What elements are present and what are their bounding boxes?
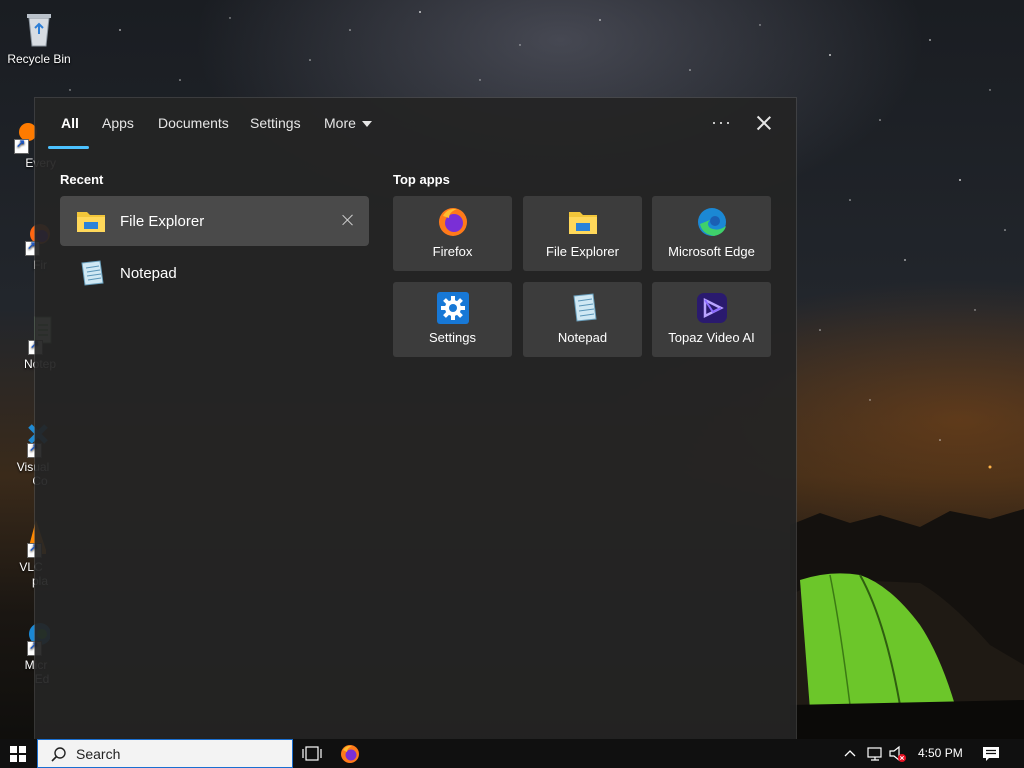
- network-icon[interactable]: [866, 739, 884, 768]
- windows-logo-pane: [19, 746, 26, 753]
- windows-logo-pane: [19, 755, 26, 762]
- desktop-icon-label: Recycle Bin: [7, 52, 71, 66]
- action-center-icon[interactable]: [982, 746, 1000, 762]
- search-panel: All Apps Documents Settings More ··· Rec…: [35, 98, 796, 739]
- gear-icon: [437, 292, 469, 324]
- tile-label: Microsoft Edge: [668, 244, 755, 259]
- recent-item-label: Notepad: [120, 265, 177, 282]
- show-hidden-icons-chevron-icon[interactable]: [843, 739, 857, 768]
- shortcut-arrow-icon: [14, 137, 29, 154]
- tile-label: File Explorer: [546, 244, 619, 259]
- top-app-firefox[interactable]: Firefox: [393, 196, 512, 271]
- tab-documents[interactable]: Documents: [158, 115, 229, 131]
- search-icon: [51, 747, 66, 762]
- tab-more[interactable]: More: [324, 115, 372, 131]
- tile-label: Firefox: [432, 244, 473, 259]
- file-explorer-icon: [569, 212, 597, 234]
- firefox-icon: [439, 208, 467, 236]
- tile-label: Settings: [429, 330, 476, 345]
- taskbar-clock[interactable]: 4:50 PM: [918, 746, 963, 760]
- close-button[interactable]: [753, 112, 775, 134]
- edge-icon: [698, 208, 726, 236]
- top-app-notepad[interactable]: Notepad: [523, 282, 642, 357]
- taskbar: Search 4:50 PM: [0, 739, 1024, 768]
- top-app-microsoft-edge[interactable]: Microsoft Edge: [652, 196, 771, 271]
- more-options-button[interactable]: ···: [711, 112, 732, 133]
- recent-item-file-explorer[interactable]: File Explorer: [60, 196, 369, 246]
- top-app-topaz-video-ai[interactable]: Topaz Video AI: [652, 282, 771, 357]
- tab-all[interactable]: All: [61, 115, 79, 131]
- search-tabs: All Apps Documents Settings More ···: [35, 98, 796, 150]
- tab-settings[interactable]: Settings: [250, 115, 301, 131]
- top-apps-title: Top apps: [393, 172, 450, 187]
- recycle-bin-icon: [27, 14, 51, 47]
- windows-logo-pane: [10, 755, 17, 762]
- recent-item-notepad[interactable]: Notepad: [60, 248, 369, 298]
- top-app-file-explorer[interactable]: File Explorer: [523, 196, 642, 271]
- task-view-icon[interactable]: [302, 746, 322, 761]
- top-app-settings[interactable]: Settings: [393, 282, 512, 357]
- tab-more-label: More: [324, 115, 356, 131]
- active-tab-indicator: [48, 146, 89, 149]
- chevron-down-icon: [361, 121, 372, 128]
- search-placeholder: Search: [76, 746, 121, 762]
- desktop-icon-recycle-bin[interactable]: Recycle Bin: [1, 8, 77, 66]
- tab-apps[interactable]: Apps: [102, 115, 134, 131]
- taskbar-search-box[interactable]: Search: [37, 739, 293, 768]
- tile-label: Notepad: [557, 330, 608, 345]
- taskbar-firefox-icon[interactable]: [340, 744, 360, 764]
- recent-title: Recent: [60, 172, 104, 187]
- start-button[interactable]: [10, 746, 26, 762]
- tile-label: Topaz Video AI: [668, 330, 755, 345]
- topaz-icon: [697, 293, 727, 323]
- tent-scenery: [790, 509, 1024, 740]
- volume-muted-icon[interactable]: [888, 739, 908, 768]
- remove-recent-button[interactable]: [341, 213, 355, 227]
- notepad-icon: [573, 293, 597, 322]
- notepad-icon: [81, 260, 104, 286]
- windows-logo-icon: [10, 746, 17, 753]
- recent-item-label: File Explorer: [120, 213, 205, 230]
- file-explorer-icon: [77, 212, 105, 232]
